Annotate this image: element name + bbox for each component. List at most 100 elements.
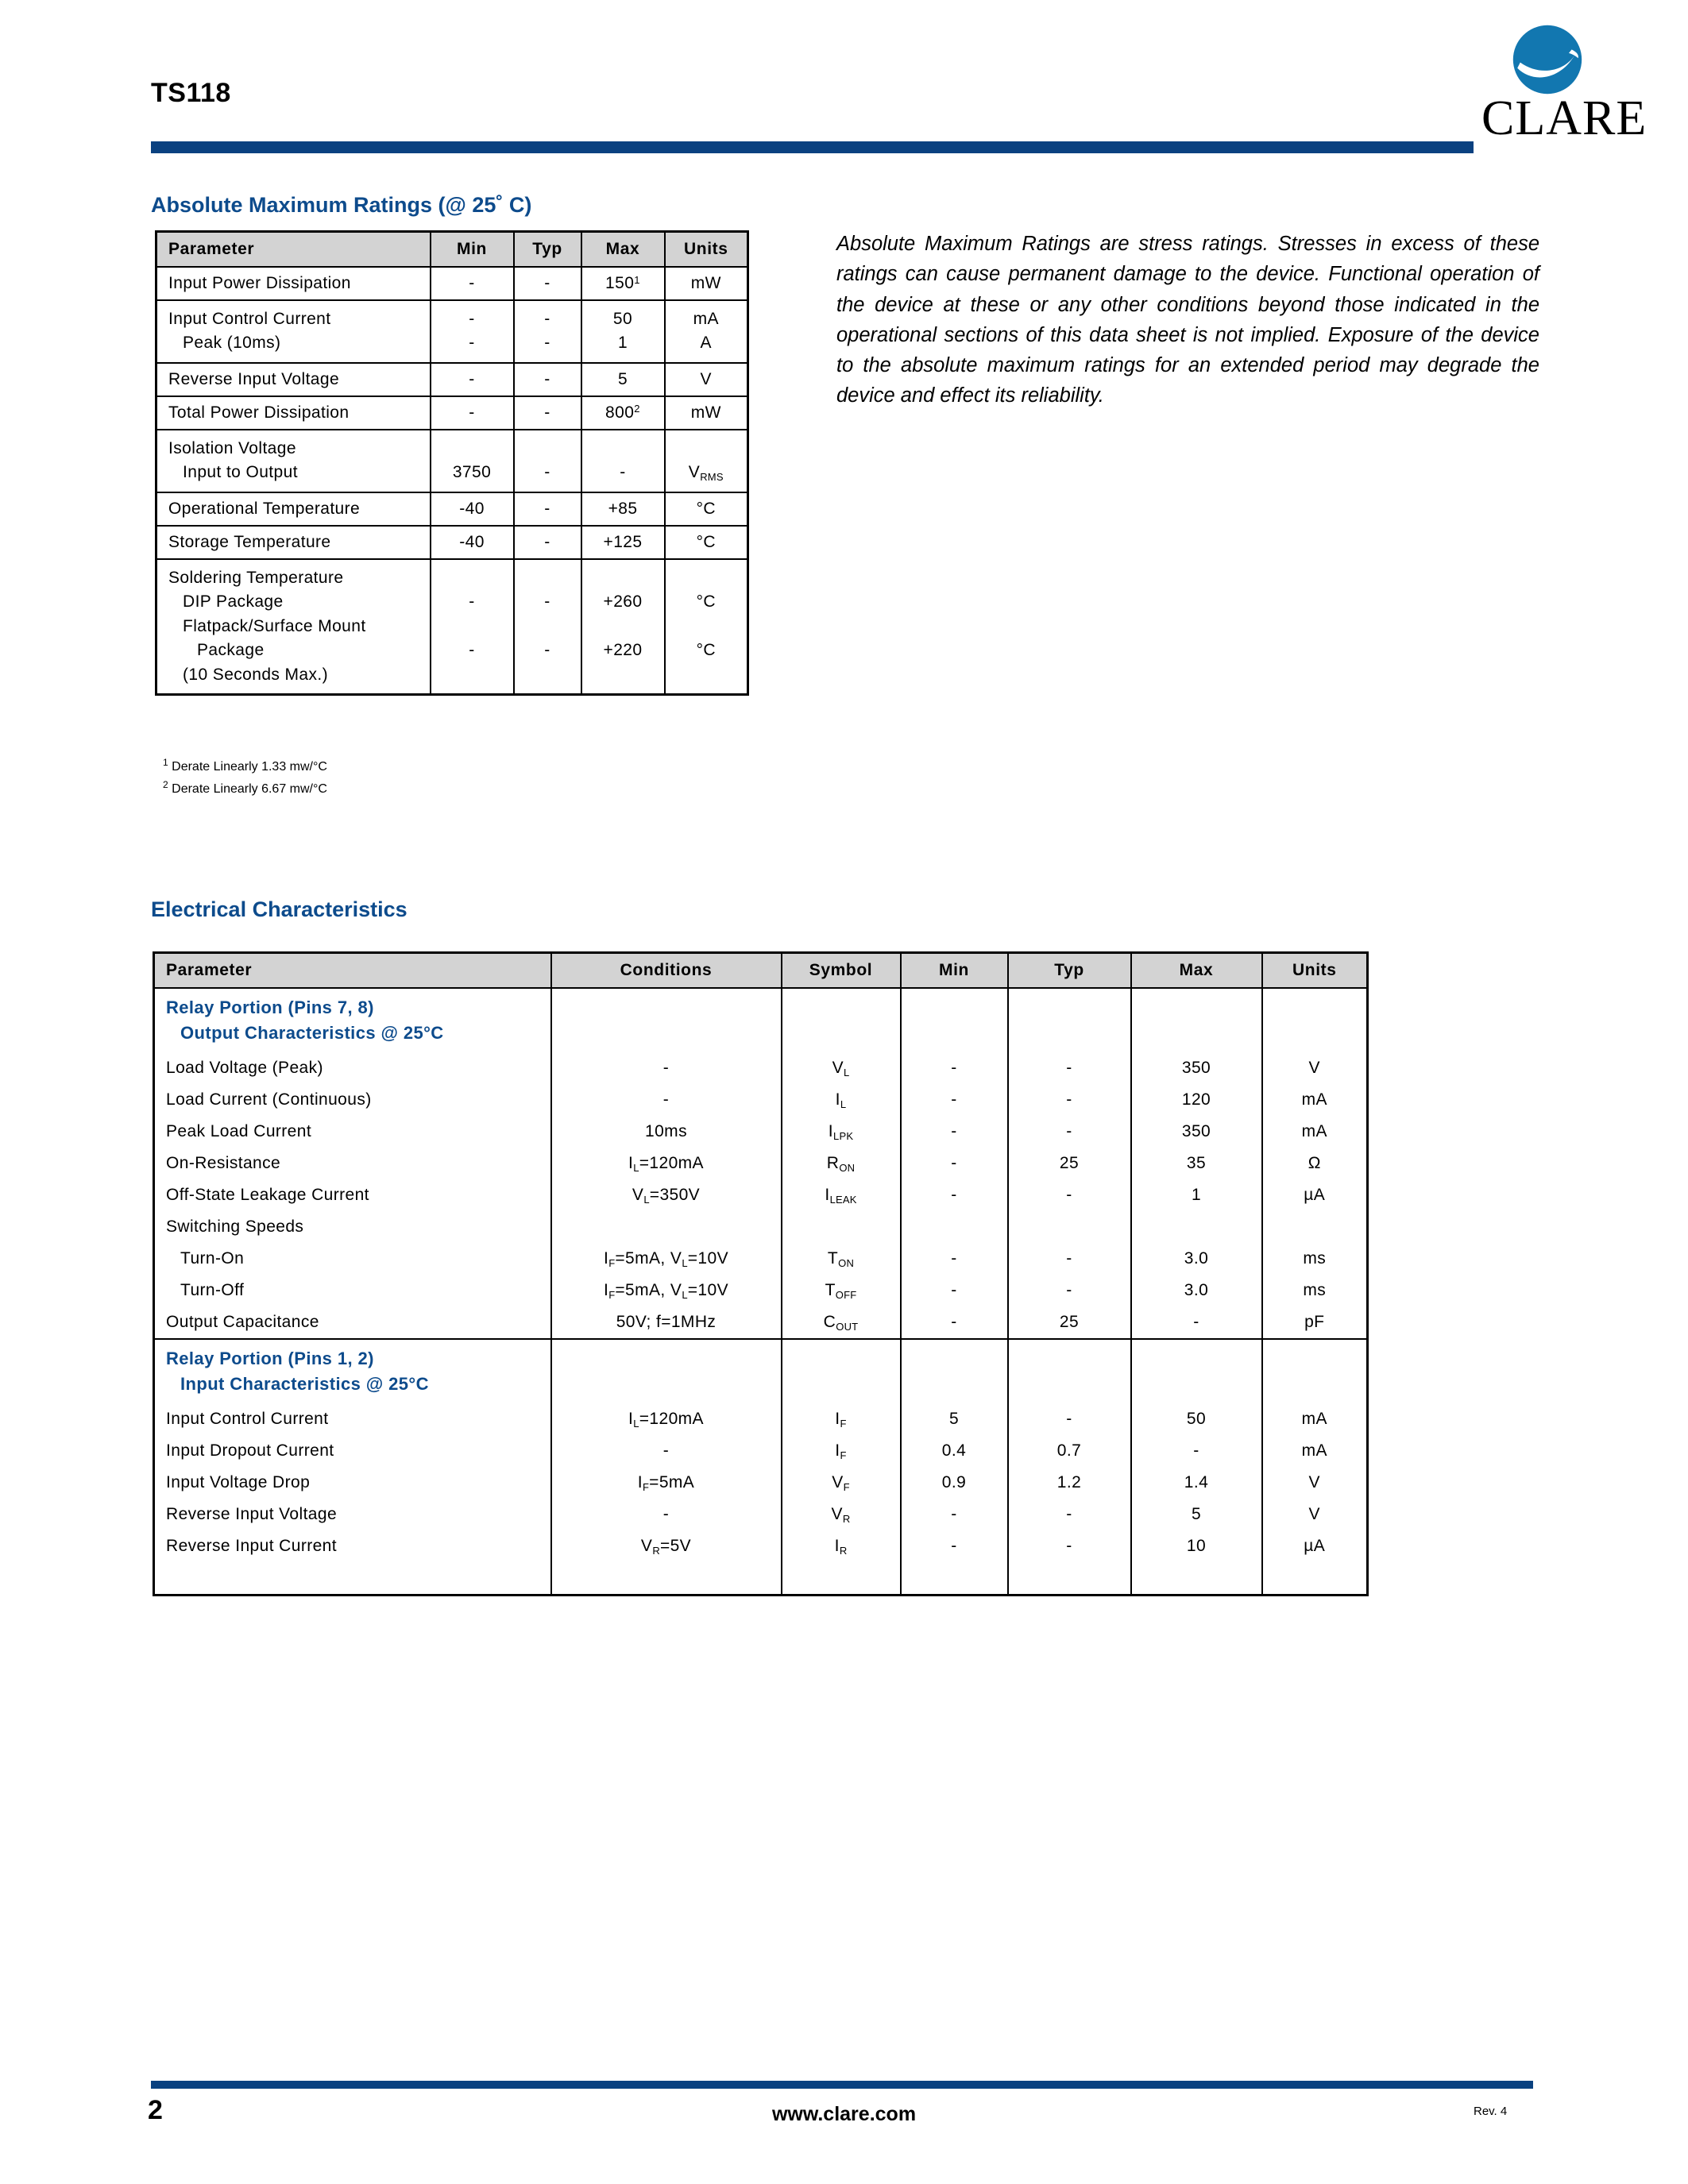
col-conditions: Conditions [550,951,782,989]
table-section-row: Relay Portion (Pins 7, 8) Output Charact… [153,987,1369,1052]
col-symbol: Symbol [780,951,902,989]
table-header-row: Parameter Min Typ Max Units [155,230,749,268]
cell-symbol [780,1337,902,1403]
page-title: TS118 [151,78,231,108]
section-line-1: Relay Portion (Pins 7, 8) [166,997,374,1017]
cell-parameter: Input Control Current Peak (10ms) [155,299,431,364]
cell-units: V [1261,1498,1369,1530]
line-sub: DIP Package [183,592,284,612]
cell-units: µA [1261,1179,1369,1211]
cell-max: 5 [1130,1498,1263,1530]
unit-vrms: VRMS [688,463,724,484]
cell-parameter: Soldering Temperature DIP Package Flatpa… [155,558,431,696]
footer-url[interactable]: www.clare.com [0,2103,1688,2126]
cell-conditions: 10ms [550,1115,782,1148]
cell-min [899,1337,1009,1403]
cell-parameter: Turn-Off [153,1274,552,1306]
cell-parameter-group-label: Switching Speeds [153,1210,552,1243]
cell-typ: 25 [1006,1147,1132,1179]
cell-parameter: Reverse Input Current [153,1530,552,1562]
table-header-row: Parameter Conditions Symbol Min Typ Max … [153,951,1369,989]
cell-max: 3.0 [1130,1242,1263,1275]
cell-conditions: IF=5mA, VL=10V [550,1274,782,1306]
header-divider-rule [151,141,1474,153]
cell-min: - [899,1083,1009,1116]
cell-max: 8002 [580,395,666,430]
cell-min: - [899,1274,1009,1306]
footnote-1: 1 Derate Linearly 1.33 mw/°C [163,756,327,778]
cell-max: 3.0 [1130,1274,1263,1306]
cell-min [899,1210,1009,1243]
table-row: Off-State Leakage Current VL=350V ILEAK … [153,1179,1369,1211]
cell-units: µA [1261,1530,1369,1562]
clare-wordmark: CLARE [1481,91,1647,145]
footnote-text: Derate Linearly 1.33 mw/°C [172,760,327,774]
footer-divider-rule [151,2081,1533,2089]
cell-min: - [899,1051,1009,1084]
cell-conditions: 50V; f=1MHz [550,1306,782,1340]
cell-units: Ω [1261,1147,1369,1179]
cell-max: 1 [1130,1179,1263,1211]
cell-typ: - [512,266,582,301]
cell-min: - [899,1242,1009,1275]
cell-symbol: IF [780,1403,902,1435]
cell-min: - [429,395,515,430]
cell-parameter: Input Power Dissipation [155,266,431,301]
col-max: Max [1130,951,1263,989]
cell-typ: - [1006,1083,1132,1116]
cell-conditions [550,1337,782,1403]
cell-units [1261,1210,1369,1243]
cell-min: - - [429,558,515,696]
cell-parameter: Load Current (Continuous) [153,1083,552,1116]
table-row: Switching Speeds [153,1210,1369,1243]
clare-logo: CLARE [1481,24,1664,163]
cell-conditions: IF=5mA, VL=10V [550,1242,782,1275]
col-parameter: Parameter [153,951,552,989]
cell-typ: - [512,524,582,560]
cell-typ: - [512,361,582,397]
cell-typ [1006,1210,1132,1243]
table-row: Output Capacitance 50V; f=1MHz COUT - 25… [153,1306,1369,1340]
line-sub: Input to Output [183,463,298,482]
cell-symbol: VL [780,1051,902,1084]
cell-symbol [780,987,902,1052]
cell-spacer [1130,1561,1263,1596]
section-line-2: Output Characteristics @ 25°C [180,1022,444,1043]
table-row: Load Current (Continuous) - IL - - 120 m… [153,1083,1369,1116]
cell-typ: - [512,395,582,430]
cell-max [1130,1337,1263,1403]
cell-min [899,987,1009,1052]
cell-typ: 1.2 [1006,1466,1132,1499]
cell-units: mW [663,395,749,430]
cell-typ: - [1006,1530,1132,1562]
cell-typ: - [1006,1242,1132,1275]
table-row: Operational Temperature -40 - +85 °C [155,491,749,527]
datasheet-page: TS118 CLARE Absolute Maximum Ratings (@ … [0,0,1688,2184]
col-units: Units [663,230,749,268]
cell-min: - [899,1498,1009,1530]
cell-max: 1.4 [1130,1466,1263,1499]
table-row: Total Power Dissipation - - 8002 mW [155,395,749,430]
cell-parameter: Total Power Dissipation [155,395,431,430]
cell-units: V [1261,1466,1369,1499]
cell-symbol: RON [780,1147,902,1179]
cell-parameter: Reverse Input Voltage [153,1498,552,1530]
cell-units: mA [1261,1403,1369,1435]
cell-conditions: IL=120mA [550,1147,782,1179]
cell-symbol: ILPK [780,1115,902,1148]
col-parameter: Parameter [155,230,431,268]
cell-symbol: TON [780,1242,902,1275]
table-row: Load Voltage (Peak) - VL - - 350 V [153,1051,1369,1084]
cell-max: +260 +220 [580,558,666,696]
line-primary: Isolation Voltage [168,438,296,457]
col-max: Max [580,230,666,268]
cell-min: -40 [429,524,515,560]
cell-spacer [1006,1561,1132,1596]
cell-spacer [153,1561,552,1596]
footnote-marker: 1 [163,757,168,768]
cell-symbol: IR [780,1530,902,1562]
cell-parameter: Turn-On [153,1242,552,1275]
cell-units: V [663,361,749,397]
section-label-relay-input: Relay Portion (Pins 1, 2) Input Characte… [153,1337,552,1403]
cell-max: 10 [1130,1530,1263,1562]
